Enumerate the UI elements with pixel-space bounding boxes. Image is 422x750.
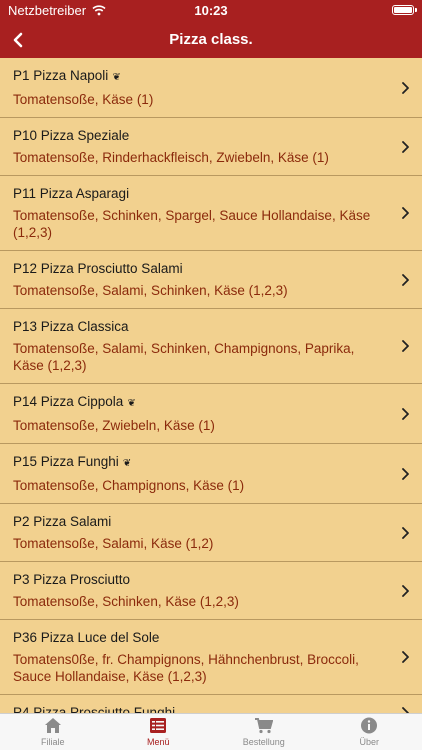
nav-bar: Pizza class. bbox=[0, 22, 422, 58]
tab-label: Menü bbox=[146, 737, 170, 747]
menu-item-title: P15 Pizza Funghi ❦ bbox=[13, 453, 386, 473]
menu-item-row[interactable]: P3 Pizza Prosciutto Tomatensoße, Schinken… bbox=[0, 562, 422, 620]
menu-item-row[interactable]: P14 Pizza Cippola ❦ Tomatensoße, Zwiebeln,… bbox=[0, 384, 422, 444]
menu-item-row[interactable]: P12 Pizza Prosciutto Salami Tomatensoße, … bbox=[0, 251, 422, 309]
menu-item-description: Tomatensoße, Salami, Schinken, Champigno… bbox=[13, 341, 355, 373]
menu-item-row[interactable]: P11 Pizza Asparagi Tomatensoße, Schinken,… bbox=[0, 176, 422, 251]
menu-item-title: P36 Pizza Luce del Sole bbox=[13, 629, 386, 647]
tab-label: Bestellung bbox=[242, 737, 285, 747]
menu-item-title: P12 Pizza Prosciutto Salami bbox=[13, 260, 386, 278]
menu-item-title: P10 Pizza Speziale bbox=[13, 127, 386, 145]
vegetarian-icon: ❦ bbox=[122, 458, 132, 469]
menu-item-row[interactable]: P4 Pizza Prosciutto Funghi bbox=[0, 695, 422, 713]
menu-item-description: Tomatensoße, Champignons, Käse (1) bbox=[13, 478, 245, 493]
menu-item-description: Tomatensoße, Käse (1) bbox=[13, 92, 154, 107]
menu-item-description: Tomatensoße, Schinken, Käse (1,2,3) bbox=[13, 594, 239, 609]
menu-item-title: P14 Pizza Cippola ❦ bbox=[13, 393, 386, 413]
menu-item-title: P11 Pizza Asparagi bbox=[13, 185, 386, 203]
chevron-right-icon bbox=[402, 407, 409, 420]
menu-item-title: P1 Pizza Napoli ❦ bbox=[13, 67, 386, 87]
menu-item-title-text: P1 Pizza Napoli bbox=[13, 68, 109, 83]
menu-item-row[interactable]: P2 Pizza Salami Tomatensoße, Salami, Käse… bbox=[0, 504, 422, 562]
menu-item-row[interactable]: P1 Pizza Napoli ❦ Tomatensoße, Käse (1) bbox=[0, 58, 422, 118]
menu-item-title-text: P14 Pizza Cippola bbox=[13, 394, 124, 409]
menu-item-title-text: P2 Pizza Salami bbox=[13, 514, 112, 529]
menu-list[interactable]: P1 Pizza Napoli ❦ Tomatensoße, Käse (1) P10… bbox=[0, 58, 422, 713]
chevron-right-icon bbox=[402, 526, 409, 539]
page-title: Pizza class. bbox=[169, 31, 253, 48]
chevron-right-icon bbox=[402, 81, 409, 94]
chevron-right-icon bbox=[402, 340, 409, 352]
menu-item-title-text: P11 Pizza Asparagi bbox=[13, 186, 130, 201]
menu-item-row[interactable]: P36 Pizza Luce del Sole Tomatens0ße, fr. … bbox=[0, 620, 422, 695]
menu-item-description: Tomatensoße, Salami, Schinken, Käse (1,2… bbox=[13, 283, 288, 298]
menu-item-title-text: P15 Pizza Funghi bbox=[13, 454, 119, 469]
vegetarian-icon: ❦ bbox=[127, 398, 136, 409]
chevron-right-icon bbox=[402, 207, 409, 219]
chevron-right-icon bbox=[402, 273, 409, 286]
menu-list-icon bbox=[150, 718, 167, 733]
menu-item-title: P4 Pizza Prosciutto Funghi bbox=[13, 704, 386, 713]
menu-item-row[interactable]: P13 Pizza Classica Tomatensoße, Salami, S… bbox=[0, 309, 422, 384]
info-icon bbox=[361, 717, 378, 734]
battery-nub bbox=[415, 8, 417, 12]
home-icon bbox=[44, 718, 61, 733]
menu-item-title: P2 Pizza Salami bbox=[13, 513, 386, 531]
menu-item-title-text: P36 Pizza Luce del Sole bbox=[13, 630, 160, 645]
tab-home[interactable]: Filiale bbox=[0, 714, 106, 750]
battery-icon bbox=[392, 5, 414, 15]
menu-item-description: Tomatensoße, Schinken, Spargel, Sauce Ho… bbox=[13, 208, 371, 240]
tab-info[interactable]: Über bbox=[317, 714, 422, 750]
menu-item-description: Tomatens0ße, fr. Champignons, Hähnchenbr… bbox=[13, 652, 359, 684]
tab-label: Filiale bbox=[40, 737, 65, 747]
tab-menu-list[interactable]: Menü bbox=[106, 714, 212, 750]
menu-item-title-text: P4 Pizza Prosciutto Funghi bbox=[13, 705, 176, 713]
tab-cart[interactable]: Bestellung bbox=[211, 714, 317, 750]
chevron-right-icon bbox=[402, 140, 409, 153]
status-bar: Netzbetreiber 10:23 bbox=[0, 0, 422, 22]
chevron-right-icon bbox=[402, 651, 409, 663]
menu-item-title-text: P10 Pizza Speziale bbox=[13, 128, 130, 143]
menu-item-description: Tomatensoße, Zwiebeln, Käse (1) bbox=[13, 418, 215, 433]
menu-item-title-text: P13 Pizza Classica bbox=[13, 319, 129, 334]
menu-item-description: Tomatensoße, Salami, Käse (1,2) bbox=[13, 536, 214, 551]
menu-item-title: P3 Pizza Prosciutto bbox=[13, 571, 386, 589]
chevron-right-icon bbox=[402, 584, 409, 597]
menu-item-description: Tomatensoße, Rinderhackfleisch, Zwiebeln… bbox=[13, 150, 329, 165]
menu-item-title-text: P3 Pizza Prosciutto bbox=[13, 572, 131, 587]
chevron-right-icon bbox=[402, 467, 409, 480]
menu-item-title-text: P12 Pizza Prosciutto Salami bbox=[13, 261, 183, 276]
cart-icon bbox=[254, 718, 273, 734]
vegetarian-icon: ❦ bbox=[112, 72, 121, 83]
clock-time: 10:23 bbox=[194, 3, 228, 18]
menu-item-row[interactable]: P10 Pizza Speziale Tomatensoße, Rinderhac… bbox=[0, 118, 422, 176]
menu-item-title: P13 Pizza Classica bbox=[13, 318, 386, 336]
tab-label: Über bbox=[359, 737, 379, 747]
tab-bar: Filiale Menü Bestellung Über bbox=[0, 713, 422, 750]
menu-item-row[interactable]: P15 Pizza Funghi ❦ Tomatensoße, Champignon… bbox=[0, 444, 422, 504]
